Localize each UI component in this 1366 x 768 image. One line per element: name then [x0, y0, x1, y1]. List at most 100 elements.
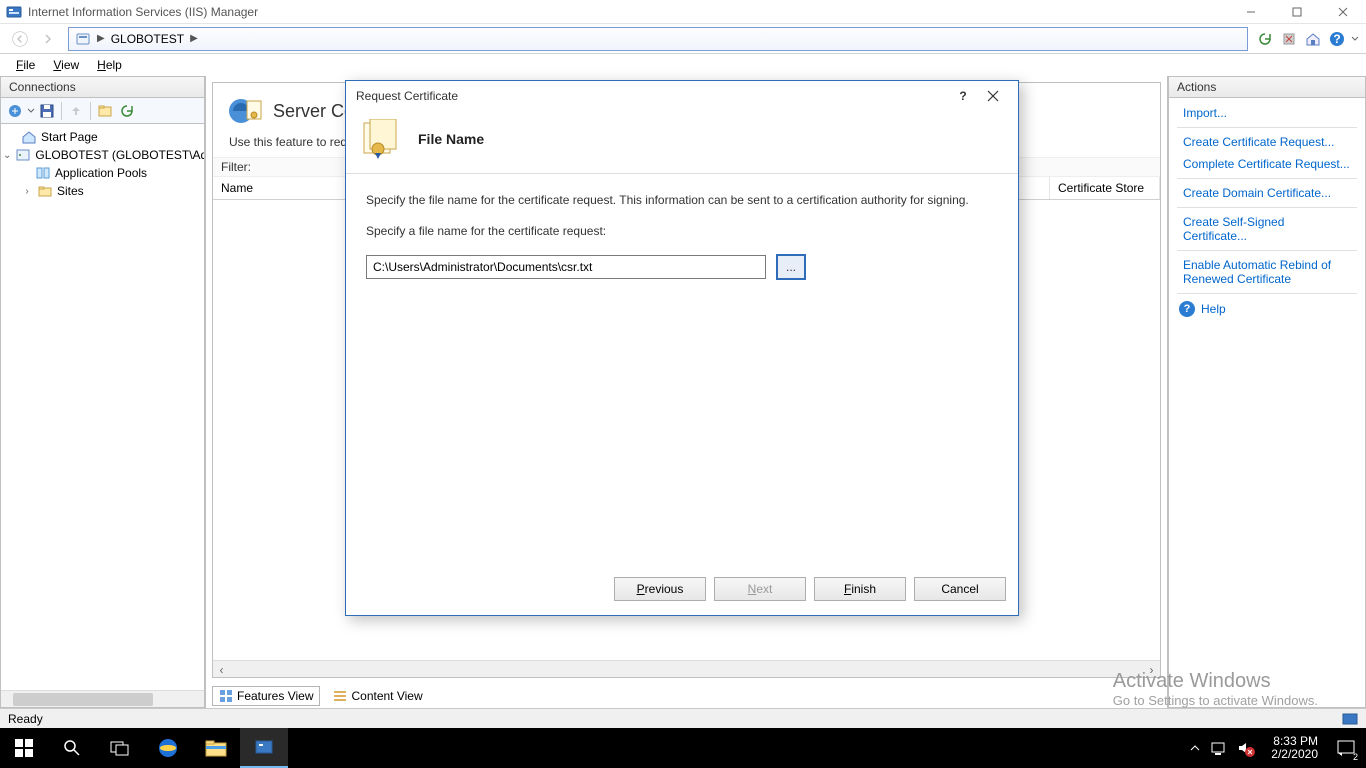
finish-button[interactable]: Finish	[814, 577, 906, 601]
menu-bar: File View Help	[0, 54, 1366, 76]
forward-button[interactable]	[34, 27, 62, 51]
dialog-title-bar: Request Certificate ?	[346, 81, 1018, 111]
back-button[interactable]	[6, 27, 34, 51]
tree-label: GLOBOTEST (GLOBOTEST\Administrator)	[35, 148, 205, 162]
address-bar[interactable]: ▶ GLOBOTEST ▶	[68, 27, 1248, 51]
clock-date: 2/2/2020	[1271, 748, 1318, 761]
tree-label: Sites	[57, 184, 84, 198]
scroll-left-icon[interactable]: ‹	[213, 661, 230, 678]
server-icon	[75, 31, 91, 47]
separator	[1177, 178, 1357, 179]
window-title: Internet Information Services (IIS) Mana…	[28, 5, 1228, 19]
previous-button[interactable]: Previous	[614, 577, 706, 601]
collapse-icon[interactable]: ⌄	[3, 150, 11, 161]
refresh-icon[interactable]	[117, 101, 137, 121]
separator	[1177, 127, 1357, 128]
actions-panel: Actions Import... Create Certificate Req…	[1168, 76, 1366, 708]
taskbar: 8:33 PM 2/2/2020 2	[0, 728, 1366, 768]
expand-icon[interactable]: ›	[21, 186, 33, 197]
tab-content-view[interactable]: Content View	[326, 686, 429, 706]
file-path-input[interactable]	[366, 255, 766, 279]
status-bar: Ready	[0, 708, 1366, 728]
tree-sites[interactable]: › Sites	[3, 182, 202, 200]
breadcrumb-separator: ▶	[97, 33, 105, 44]
dropdown-icon[interactable]	[27, 103, 35, 119]
menu-help[interactable]: Help	[89, 56, 130, 74]
tab-label: Features View	[237, 689, 313, 703]
dialog-close-button[interactable]	[978, 84, 1008, 108]
tree-app-pools[interactable]: Application Pools	[3, 164, 202, 182]
connections-toolbar	[0, 98, 205, 124]
save-icon[interactable]	[37, 101, 57, 121]
action-import[interactable]: Import...	[1169, 102, 1365, 124]
taskbar-clock[interactable]: 8:33 PM 2/2/2020	[1263, 735, 1326, 761]
tree-horizontal-scrollbar[interactable]	[1, 690, 204, 707]
start-button[interactable]	[0, 728, 48, 768]
close-button[interactable]	[1320, 0, 1366, 24]
menu-file[interactable]: File	[8, 56, 43, 74]
breadcrumb-separator: ▶	[190, 33, 198, 44]
menu-view[interactable]: View	[45, 56, 87, 74]
volume-icon[interactable]	[1237, 741, 1253, 755]
tab-features-view[interactable]: Features View	[212, 686, 320, 706]
help-icon[interactable]: ?	[1326, 28, 1348, 50]
column-store[interactable]: Certificate Store	[1050, 177, 1160, 199]
dialog-help-button[interactable]: ?	[948, 84, 978, 108]
connections-tree[interactable]: Start Page ⌄ GLOBOTEST (GLOBOTEST\Admini…	[0, 124, 205, 708]
minimize-button[interactable]	[1228, 0, 1274, 24]
tree-start-page[interactable]: Start Page	[3, 128, 202, 146]
task-view-button[interactable]	[96, 728, 144, 768]
view-tabs: Features View Content View	[206, 684, 1167, 708]
action-help[interactable]: ? Help	[1169, 297, 1365, 321]
app-pools-icon	[35, 165, 51, 181]
actions-header: Actions	[1168, 76, 1366, 98]
help-label: Help	[1201, 302, 1226, 316]
filter-label: Filter:	[221, 160, 251, 174]
explore-icon[interactable]	[95, 101, 115, 121]
taskbar-explorer[interactable]	[192, 728, 240, 768]
help-dropdown-icon[interactable]	[1350, 28, 1360, 50]
features-view-icon	[219, 689, 233, 703]
connect-icon[interactable]	[5, 101, 25, 121]
separator	[1177, 250, 1357, 251]
content-view-icon	[333, 689, 347, 703]
action-create-self-signed[interactable]: Create Self-Signed Certificate...	[1169, 211, 1365, 247]
refresh-all-icon[interactable]	[1254, 28, 1276, 50]
tray-chevron-icon[interactable]	[1189, 742, 1201, 754]
status-text: Ready	[8, 712, 43, 726]
page-title: Server Ce	[273, 101, 354, 122]
system-tray[interactable]	[1179, 741, 1263, 755]
maximize-button[interactable]	[1274, 0, 1320, 24]
server-icon	[15, 147, 31, 163]
home-icon[interactable]	[1302, 28, 1324, 50]
action-center-button[interactable]: 2	[1326, 728, 1366, 768]
stop-icon[interactable]	[1278, 28, 1300, 50]
connections-panel: Connections Start Page ⌄ GLOBOTEST (GLOB…	[0, 76, 206, 708]
next-button: Next	[714, 577, 806, 601]
connections-header: Connections	[0, 76, 205, 98]
iis-status-icon	[1342, 711, 1358, 727]
action-create-request[interactable]: Create Certificate Request...	[1169, 131, 1365, 153]
action-enable-rebind[interactable]: Enable Automatic Rebind of Renewed Certi…	[1169, 254, 1365, 290]
browse-button[interactable]: ...	[776, 254, 806, 280]
breadcrumb-server[interactable]: GLOBOTEST	[111, 32, 184, 46]
action-complete-request[interactable]: Complete Certificate Request...	[1169, 153, 1365, 175]
taskbar-iis-manager[interactable]	[240, 728, 288, 768]
tree-server-node[interactable]: ⌄ GLOBOTEST (GLOBOTEST\Administrator)	[3, 146, 202, 164]
scroll-right-icon[interactable]: ›	[1143, 661, 1160, 678]
taskbar-ie[interactable]	[144, 728, 192, 768]
action-create-domain[interactable]: Create Domain Certificate...	[1169, 182, 1365, 204]
search-button[interactable]	[48, 728, 96, 768]
certificates-icon	[227, 93, 263, 129]
window-title-bar: Internet Information Services (IIS) Mana…	[0, 0, 1366, 24]
separator	[1177, 293, 1357, 294]
home-icon	[21, 129, 37, 145]
up-icon[interactable]	[66, 101, 86, 121]
tab-label: Content View	[351, 689, 422, 703]
network-icon[interactable]	[1211, 741, 1227, 755]
separator	[1177, 207, 1357, 208]
help-icon: ?	[1179, 301, 1195, 317]
grid-horizontal-scrollbar[interactable]: ‹ ›	[213, 660, 1160, 677]
cancel-button[interactable]: Cancel	[914, 577, 1006, 601]
dialog-instruction-2: Specify a file name for the certificate …	[366, 223, 998, 240]
